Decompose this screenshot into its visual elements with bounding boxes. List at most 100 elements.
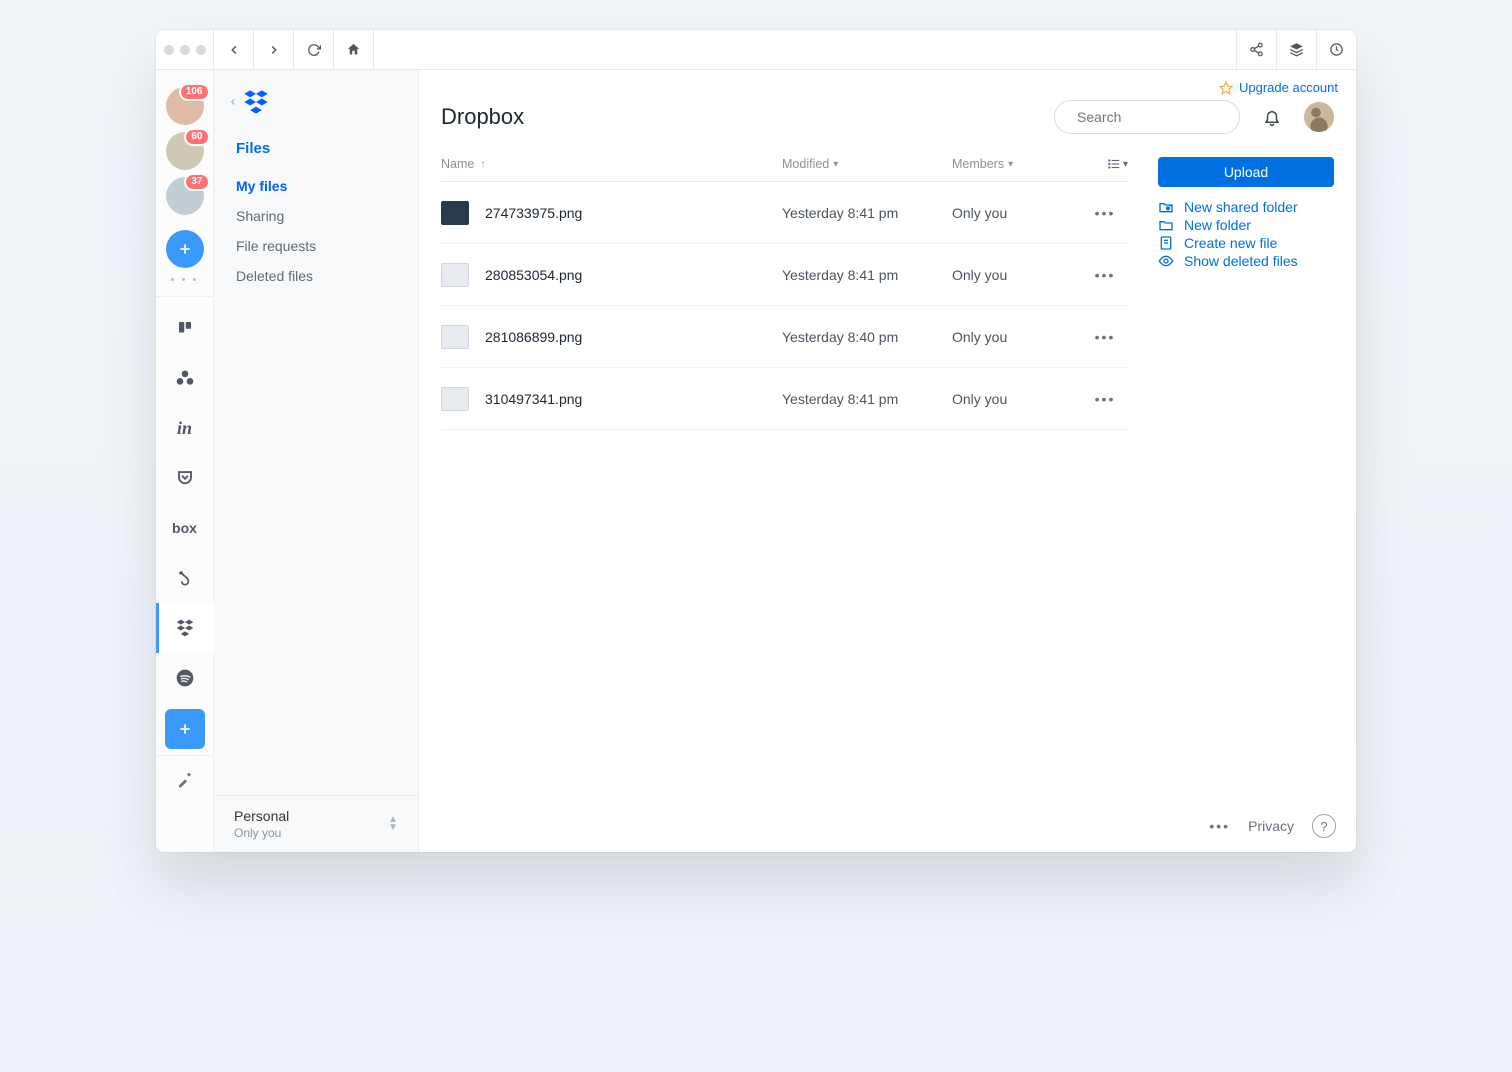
rail-app-bonsai[interactable] [156, 553, 214, 603]
col-members-header[interactable]: Members [952, 157, 1004, 171]
notifications-button[interactable] [1254, 99, 1290, 135]
col-name-header[interactable]: Name [441, 157, 474, 171]
more-icon: ••• [1095, 391, 1116, 407]
create-new-file-icon [1158, 235, 1174, 251]
sidebar-item-my-files[interactable]: My files [236, 171, 418, 201]
app-window: 106 60 37 • • • in box Files My filesSharin… [156, 30, 1356, 852]
traffic-dot [164, 45, 174, 55]
action-label: Create new file [1184, 235, 1277, 251]
dropdown-icon: ▾ [1008, 159, 1013, 170]
trello-icon [176, 319, 194, 337]
pocket-icon [176, 469, 194, 487]
sidebar: Files My filesSharingFile requestsDelete… [214, 70, 419, 852]
search-box[interactable] [1054, 100, 1240, 134]
rail-avatar[interactable]: 37 [166, 177, 204, 215]
updown-chevron-icon: ▲▼ [388, 816, 398, 832]
rail-dots-indicator: • • • [171, 274, 199, 286]
table-header: Name ↑ Modified ▾ Members ▾ [441, 157, 1128, 182]
action-label: New shared folder [1184, 199, 1298, 215]
back-button[interactable] [214, 30, 254, 69]
rail-avatar[interactable]: 106 [166, 87, 204, 125]
rail-app-invision[interactable]: in [156, 403, 214, 453]
dropdown-icon: ▾ [1123, 159, 1128, 170]
help-button[interactable]: ? [1312, 814, 1336, 838]
right-actions: Upload New shared folder New folder Create… [1158, 157, 1334, 804]
privacy-link[interactable]: Privacy [1248, 818, 1294, 834]
share-button[interactable] [1236, 30, 1276, 69]
action-label: New folder [1184, 217, 1251, 233]
box-icon: box [172, 520, 197, 536]
action-new-shared-folder[interactable]: New shared folder [1158, 199, 1334, 215]
sidebar-section-title[interactable]: Files [214, 134, 418, 171]
reload-button[interactable] [294, 30, 334, 69]
sidebar-item-sharing[interactable]: Sharing [236, 201, 418, 231]
upload-button[interactable]: Upload [1158, 157, 1334, 187]
window-controls[interactable] [156, 30, 214, 69]
file-modified: Yesterday 8:41 pm [782, 391, 952, 407]
account-title: Personal [234, 808, 289, 824]
file-thumbnail [441, 325, 469, 349]
rail-divider [156, 296, 213, 297]
account-switcher[interactable]: Personal Only you ▲▼ [214, 795, 418, 852]
forward-button[interactable] [254, 30, 294, 69]
rail-add-app[interactable] [165, 709, 205, 749]
dropbox-icon [175, 618, 195, 638]
new-shared-folder-icon [1158, 199, 1174, 215]
file-row[interactable]: 280853054.png Yesterday 8:41 pm Only you… [441, 244, 1128, 306]
file-name: 310497341.png [485, 391, 582, 407]
rail-app-pocket[interactable] [156, 453, 214, 503]
action-create-new-file[interactable]: Create new file [1158, 235, 1334, 251]
dropdown-icon: ▾ [833, 159, 838, 170]
file-row-menu[interactable]: ••• [1082, 267, 1128, 283]
topbar [156, 30, 1356, 70]
account-subtitle: Only you [234, 826, 289, 840]
asana-icon [175, 368, 195, 388]
bonsai-icon [175, 568, 195, 588]
file-row[interactable]: 281086899.png Yesterday 8:40 pm Only you… [441, 306, 1128, 368]
action-show-deleted[interactable]: Show deleted files [1158, 253, 1334, 269]
col-modified-header[interactable]: Modified [782, 157, 829, 171]
star-icon [1219, 81, 1233, 95]
history-button[interactable] [1316, 30, 1356, 69]
action-new-folder[interactable]: New folder [1158, 217, 1334, 233]
rail-settings[interactable] [156, 755, 214, 803]
rail-app-spotify[interactable] [156, 653, 214, 703]
rail-app-box[interactable]: box [156, 503, 214, 553]
spotify-icon [175, 668, 195, 688]
file-row-menu[interactable]: ••• [1082, 329, 1128, 345]
main-panel: Upgrade account Dropbox Name [419, 70, 1356, 852]
file-modified: Yesterday 8:41 pm [782, 267, 952, 283]
sidebar-logo-row[interactable] [214, 88, 418, 134]
footer-more-button[interactable]: ••• [1209, 818, 1230, 834]
sidebar-item-file-requests[interactable]: File requests [236, 231, 418, 261]
file-members: Only you [952, 267, 1082, 283]
notification-badge: 37 [184, 173, 209, 191]
sidebar-item-deleted-files[interactable]: Deleted files [236, 261, 418, 291]
rail-app-asana[interactable] [156, 353, 214, 403]
file-modified: Yesterday 8:40 pm [782, 329, 952, 345]
sort-asc-icon: ↑ [480, 159, 485, 170]
notification-badge: 60 [184, 128, 209, 146]
file-row[interactable]: 310497341.png Yesterday 8:41 pm Only you… [441, 368, 1128, 430]
rail-avatar[interactable]: 60 [166, 132, 204, 170]
layers-button[interactable] [1276, 30, 1316, 69]
file-row[interactable]: 274733975.png Yesterday 8:41 pm Only you… [441, 182, 1128, 244]
file-thumbnail [441, 263, 469, 287]
rail-add-contact[interactable] [166, 230, 204, 268]
bell-icon [1263, 108, 1281, 126]
file-name: 281086899.png [485, 329, 582, 345]
rail-app-dropbox[interactable] [156, 603, 214, 653]
view-mode-toggle[interactable]: ▾ [1082, 157, 1128, 171]
file-row-menu[interactable]: ••• [1082, 205, 1128, 221]
rail-app-trello[interactable] [156, 303, 214, 353]
user-avatar[interactable] [1304, 102, 1334, 132]
show-deleted-icon [1158, 253, 1174, 269]
url-area[interactable] [374, 30, 1236, 69]
dropbox-logo-icon [242, 88, 270, 116]
page-title: Dropbox [441, 104, 1040, 130]
traffic-dot [196, 45, 206, 55]
search-input[interactable] [1077, 109, 1258, 125]
file-row-menu[interactable]: ••• [1082, 391, 1128, 407]
upgrade-account-link[interactable]: Upgrade account [1239, 80, 1338, 95]
home-button[interactable] [334, 30, 374, 69]
